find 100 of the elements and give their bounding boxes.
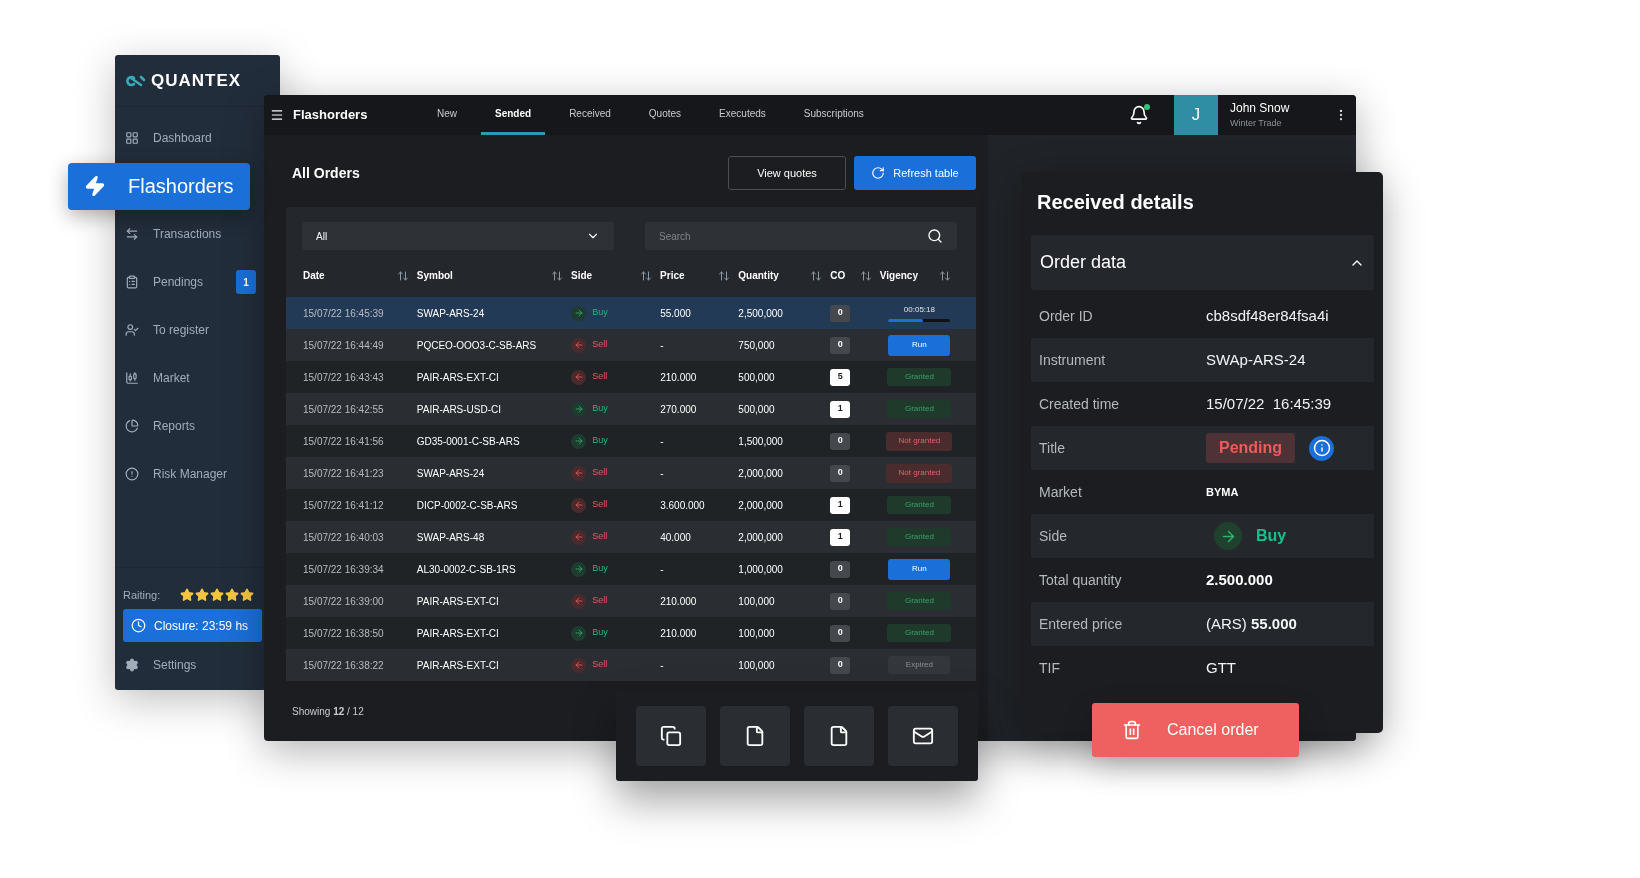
table-row[interactable]: 15/07/22 16:40:03 SWAP-ARS-48 Sell 40.000 2,000,000 1 Granted: [286, 521, 976, 553]
table-cell-text: DICP-0002-C-SB-ARS: [416, 498, 519, 513]
table-row[interactable]: 15/07/22 16:38:22 PAIR-ARS-EXT-CI Sell - 100,000 0 Expired: [286, 649, 976, 681]
table-cell-text: PAIR-ARS-USD-CI: [416, 402, 503, 417]
tab[interactable]: New: [423, 95, 471, 135]
table-cell-text: 100,000: [738, 594, 776, 609]
tab[interactable]: Subscriptions: [789, 95, 878, 135]
trash-icon: [1122, 720, 1142, 740]
accordion-header[interactable]: Order data: [1031, 235, 1374, 290]
nav-item[interactable]: Settings: [115, 646, 262, 684]
star-icon: [225, 588, 240, 602]
table-row[interactable]: 15/07/22 16:41:12 DICP-0002-C-SB-ARS Sell 3.600.000 2,000,000 1 Granted: [286, 489, 976, 521]
star-icon: [195, 588, 210, 602]
nav-item[interactable]: To register: [115, 306, 262, 354]
table-cell-text: PAIR-ARS-EXT-CI: [416, 658, 500, 673]
table-cell-text: 750,000: [738, 338, 776, 353]
table-cell-text: 2,500,000: [738, 306, 784, 321]
field-label: Total quantity: [1039, 570, 1123, 590]
export-button[interactable]: [804, 706, 874, 766]
nav-item[interactable]: Market: [115, 354, 262, 402]
search-field[interactable]: Search: [645, 222, 957, 250]
table-row[interactable]: 15/07/22 16:41:56 GD35-0001-C-SB-ARS Buy - 1,500,000 0 Not granted: [286, 425, 976, 457]
table-row[interactable]: 15/07/22 16:39:00 PAIR-ARS-EXT-CI Sell 210.000 100,000 0 Granted: [286, 585, 976, 617]
tab[interactable]: Received: [555, 95, 625, 135]
table-cell-text: 210.000: [660, 370, 698, 385]
field-label: Created time: [1039, 394, 1121, 414]
side-text: Buy: [592, 402, 608, 416]
side-text: Sell: [592, 370, 608, 384]
table-cell-text: PAIR-ARS-EXT-CI: [416, 626, 500, 641]
column-header[interactable]: CO: [830, 268, 880, 283]
table-cell-text: 15/07/22 16:41:56: [303, 434, 385, 449]
table-cell-text: 15/07/22 16:41:23: [303, 466, 385, 481]
table-row[interactable]: 15/07/22 16:42:55 PAIR-ARS-USD-CI Buy 270.000 500,000 1 Granted: [286, 393, 976, 425]
nav-item[interactable]: Risk Manager: [115, 450, 262, 498]
table-cell-text: 15/07/22 16:39:00: [303, 594, 385, 609]
refresh-button[interactable]: Refresh table: [854, 156, 976, 190]
sort-icon: [859, 269, 872, 282]
column-header[interactable]: Date: [303, 268, 417, 283]
table-cell-text: 500,000: [738, 370, 776, 385]
tab[interactable]: Executeds: [705, 95, 780, 135]
table-row[interactable]: 15/07/22 16:39:34 AL30-0002-C-SB-1RS Buy - 1,000,000 0 Run: [286, 553, 976, 585]
tab[interactable]: Sended: [481, 95, 546, 135]
page-title: Flashorders: [293, 106, 369, 125]
lightning-icon: [84, 175, 106, 197]
field-label: Entered price: [1039, 614, 1124, 634]
closure-button[interactable]: Closure: 23:59 hs: [123, 609, 262, 642]
table-row[interactable]: 15/07/22 16:41:23 SWAP-ARS-24 Sell - 2,000,000 0 Not granted: [286, 457, 976, 489]
nav-item[interactable]: Pendings 1: [115, 258, 262, 306]
field-label: Instrument: [1039, 350, 1107, 370]
refresh-icon: [871, 166, 886, 180]
table-row[interactable]: 15/07/22 16:43:43 PAIR-ARS-EXT-CI Sell 210.000 500,000 5 Granted: [286, 361, 976, 393]
tab[interactable]: Quotes: [634, 95, 696, 135]
table-cell-text: -: [660, 338, 665, 353]
notification-bell-icon[interactable]: [1129, 105, 1149, 125]
user-name: John Snow: [1230, 100, 1291, 118]
section-title: All Orders: [292, 163, 361, 183]
count-badge: 5: [830, 368, 851, 386]
sort-icon: [640, 269, 653, 282]
field-label: Market: [1039, 482, 1083, 502]
count-badge: 0: [830, 560, 851, 578]
count-badge: 0: [830, 464, 851, 482]
table-row[interactable]: 15/07/22 16:38:50 PAIR-ARS-EXT-CI Buy 210.000 100,000 0 Granted: [286, 617, 976, 649]
status-badge: Granted: [887, 368, 952, 386]
table-row[interactable]: 15/07/22 16:44:49 PQCEO-OOO3-C-SB-ARS Sell - 750,000 0 Run: [286, 329, 976, 361]
logo-text: QUANTEX: [151, 69, 242, 92]
column-header[interactable]: Quantity: [738, 268, 831, 283]
export-button[interactable]: [636, 706, 706, 766]
table-cell-text: SWAP-ARS-24: [416, 306, 486, 321]
arrows-icon: [125, 227, 139, 241]
user-company: Winter Trade: [1230, 117, 1283, 131]
field-value: SWAp-ARS-24: [1206, 349, 1306, 370]
column-header[interactable]: Price: [660, 268, 739, 283]
column-header[interactable]: Vigency: [879, 268, 959, 283]
column-header[interactable]: Symbol: [416, 268, 572, 283]
table-row[interactable]: 15/07/22 16:45:39 SWAP-ARS-24 Buy 55.000 2,500,000 0 00:05:18: [286, 297, 976, 329]
side-text: Buy: [1256, 526, 1287, 546]
run-button[interactable]: Run: [888, 558, 951, 580]
avatar[interactable]: J: [1174, 95, 1218, 135]
nav-item[interactable]: Dashboard: [115, 114, 262, 162]
column-header[interactable]: Side: [571, 268, 661, 283]
table-cell-text: 270.000: [660, 402, 698, 417]
run-button[interactable]: Run: [888, 334, 951, 356]
export-button[interactable]: [720, 706, 790, 766]
export-button[interactable]: [888, 706, 958, 766]
info-icon[interactable]: [1309, 435, 1335, 461]
nav-item[interactable]: Transactions: [115, 210, 262, 258]
table-cell-text: PAIR-ARS-EXT-CI: [416, 370, 500, 385]
sort-icon: [551, 269, 564, 282]
table-cell-text: 15/07/22 16:43:43: [303, 370, 385, 385]
table-cell-text: 40.000: [660, 530, 692, 545]
nav-item[interactable]: Flashorders: [68, 162, 250, 210]
nav-item[interactable]: Reports: [115, 402, 262, 450]
filter-dropdown[interactable]: All: [302, 222, 614, 250]
count-badge: 0: [830, 304, 851, 322]
view-quotes-button[interactable]: View quotes: [728, 156, 846, 190]
mail-icon: [912, 725, 934, 747]
star-icon: [210, 588, 225, 602]
count-badge: 1: [830, 496, 851, 514]
field-label: TIF: [1039, 658, 1061, 678]
menu-icon[interactable]: [270, 108, 284, 122]
